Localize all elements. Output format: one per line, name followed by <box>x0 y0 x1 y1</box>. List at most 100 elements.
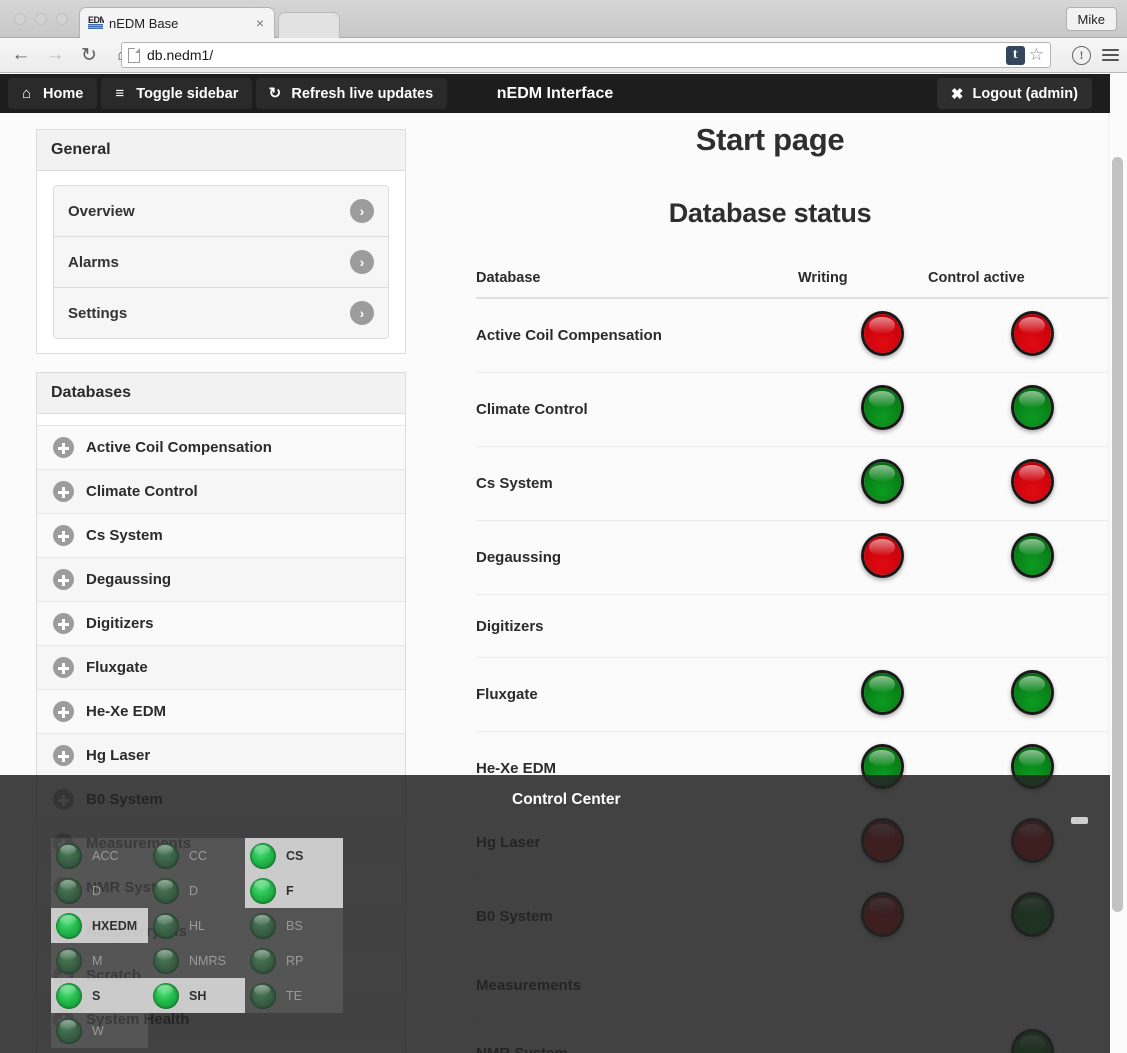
tumblr-extension-icon[interactable]: t <box>1005 45 1025 65</box>
status-led-green[interactable] <box>863 462 901 501</box>
cc-led-label: CS <box>286 848 304 863</box>
plus-icon <box>53 437 74 458</box>
minimize-icon[interactable] <box>1071 817 1088 824</box>
table-row: Active Coil Compensation <box>476 298 1108 373</box>
sidebar-db-item[interactable]: Digitizers <box>37 602 405 646</box>
cc-led-label: BS <box>286 918 303 933</box>
cc-led-label: RP <box>286 953 304 968</box>
nav-toggle-sidebar-button[interactable]: ≡ Toggle sidebar <box>101 78 253 109</box>
back-icon[interactable]: ← <box>8 42 34 68</box>
profile-button[interactable]: Mike <box>1065 7 1117 31</box>
cc-led-item[interactable]: HL <box>148 908 245 943</box>
cc-led-item[interactable]: D <box>148 873 245 908</box>
tab-close-icon[interactable]: × <box>254 15 266 31</box>
status-led-green[interactable] <box>1013 536 1051 575</box>
status-led-red[interactable] <box>863 536 901 575</box>
cc-led-item[interactable]: D <box>51 873 148 908</box>
led-indicator-icon <box>153 912 179 939</box>
general-panel: General Overview › Alarms › Settings › <box>36 129 406 354</box>
cc-led-item[interactable]: BS <box>245 908 343 943</box>
cc-led-item[interactable]: F <box>245 873 343 908</box>
cc-led-item[interactable]: HXEDM <box>51 908 148 943</box>
row-control-cell <box>928 594 1108 658</box>
led-indicator-icon <box>56 947 82 974</box>
sidebar-item-overview[interactable]: Overview › <box>54 186 388 237</box>
page-title: Start page <box>695 122 845 157</box>
extension-info-icon[interactable]: ! <box>1072 45 1091 65</box>
cc-led-label: HL <box>189 918 205 933</box>
page-viewport: ⌂ Home ≡ Toggle sidebar ↻ Refresh live u… <box>0 74 1127 1053</box>
status-led-green[interactable] <box>863 673 901 712</box>
window-controls[interactable] <box>14 13 68 25</box>
row-control-cell <box>928 446 1108 521</box>
row-database-name: Climate Control <box>476 372 798 447</box>
sidebar-db-item[interactable]: Cs System <box>37 514 405 558</box>
address-bar[interactable]: db.nedm1/ t ☆ <box>121 42 1051 68</box>
plus-icon <box>53 745 74 766</box>
browser-tab[interactable]: EDM nEDM Base × <box>79 7 275 38</box>
status-led-red[interactable] <box>863 314 901 353</box>
plus-icon <box>53 481 74 502</box>
sidebar-db-item[interactable]: Fluxgate <box>37 646 405 690</box>
tab-title: nEDM Base <box>109 15 179 31</box>
status-led-red[interactable] <box>1013 462 1051 501</box>
cc-led-item[interactable]: CS <box>245 838 343 873</box>
nav-refresh-live-updates-button[interactable]: ↻ Refresh live updates <box>256 78 448 109</box>
close-window-button[interactable] <box>14 13 26 25</box>
general-panel-body: Overview › Alarms › Settings › <box>37 171 405 353</box>
plus-icon <box>53 657 74 678</box>
minimize-window-button[interactable] <box>35 13 47 25</box>
site-favicon-icon: EDM <box>88 16 104 30</box>
cc-led-label: SH <box>189 988 207 1003</box>
row-writing-cell <box>798 594 928 658</box>
cc-led-item[interactable]: SH <box>148 978 245 1013</box>
row-writing-cell <box>798 520 928 595</box>
browser-menu-icon[interactable] <box>1102 48 1119 62</box>
cc-led-item[interactable]: ACC <box>51 838 148 873</box>
sidebar-item-settings[interactable]: Settings › <box>54 288 388 338</box>
general-panel-header: General <box>37 130 405 171</box>
cc-led-item[interactable]: NMRS <box>148 943 245 978</box>
cc-led-item[interactable]: S <box>51 978 148 1013</box>
control-center-title: Control Center <box>512 791 621 808</box>
sidebar-db-item[interactable]: He-Xe EDM <box>37 690 405 734</box>
sidebar-db-item[interactable]: Degaussing <box>37 558 405 602</box>
led-indicator-icon <box>250 842 276 869</box>
new-tab-button[interactable] <box>278 12 340 38</box>
hamburger-icon: ≡ <box>115 85 125 102</box>
status-led-green[interactable] <box>1013 388 1051 427</box>
cc-led-item[interactable]: M <box>51 943 148 978</box>
nav-refresh-label: Refresh live updates <box>291 85 434 102</box>
cc-led-label: HXEDM <box>92 918 138 933</box>
status-led-red[interactable] <box>1013 314 1051 353</box>
databases-panel-header: Databases <box>37 373 405 414</box>
page-scrollbar-track[interactable] <box>1108 113 1127 1053</box>
control-center-panel: Control Center ACC CC CS D D F HXEDM HL … <box>0 775 1110 1053</box>
status-led-green[interactable] <box>1013 673 1051 712</box>
sidebar-db-item[interactable]: Active Coil Compensation <box>37 426 405 470</box>
led-indicator-icon <box>56 842 82 869</box>
cc-led-label: M <box>92 953 103 968</box>
sidebar-db-item[interactable]: Climate Control <box>37 470 405 514</box>
column-header-control-active: Control active <box>928 270 1108 299</box>
page-scrollbar-thumb[interactable] <box>1112 157 1123 912</box>
row-database-name: Digitizers <box>476 594 798 658</box>
cc-led-item[interactable]: W <box>51 1013 148 1048</box>
sidebar-item-alarms[interactable]: Alarms › <box>54 237 388 288</box>
nav-home-button[interactable]: ⌂ Home <box>8 78 98 109</box>
maximize-window-button[interactable] <box>56 13 68 25</box>
reload-icon[interactable]: ↻ <box>76 42 102 68</box>
cc-led-item[interactable]: TE <box>245 978 343 1013</box>
column-header-writing: Writing <box>798 270 928 299</box>
cc-led-label: D <box>189 883 199 898</box>
sidebar-db-label: Active Coil Compensation <box>86 439 272 456</box>
sidebar-db-label: Hg Laser <box>86 747 151 764</box>
bookmark-star-icon[interactable]: ☆ <box>1029 45 1044 65</box>
sidebar-db-item[interactable]: Hg Laser <box>37 734 405 778</box>
cc-led-item[interactable]: CC <box>148 838 245 873</box>
status-led-green[interactable] <box>863 388 901 427</box>
logout-button[interactable]: ✖ Logout (admin) <box>936 78 1092 109</box>
cc-led-item[interactable]: RP <box>245 943 343 978</box>
row-control-cell <box>928 657 1108 732</box>
row-writing-cell <box>798 298 928 373</box>
